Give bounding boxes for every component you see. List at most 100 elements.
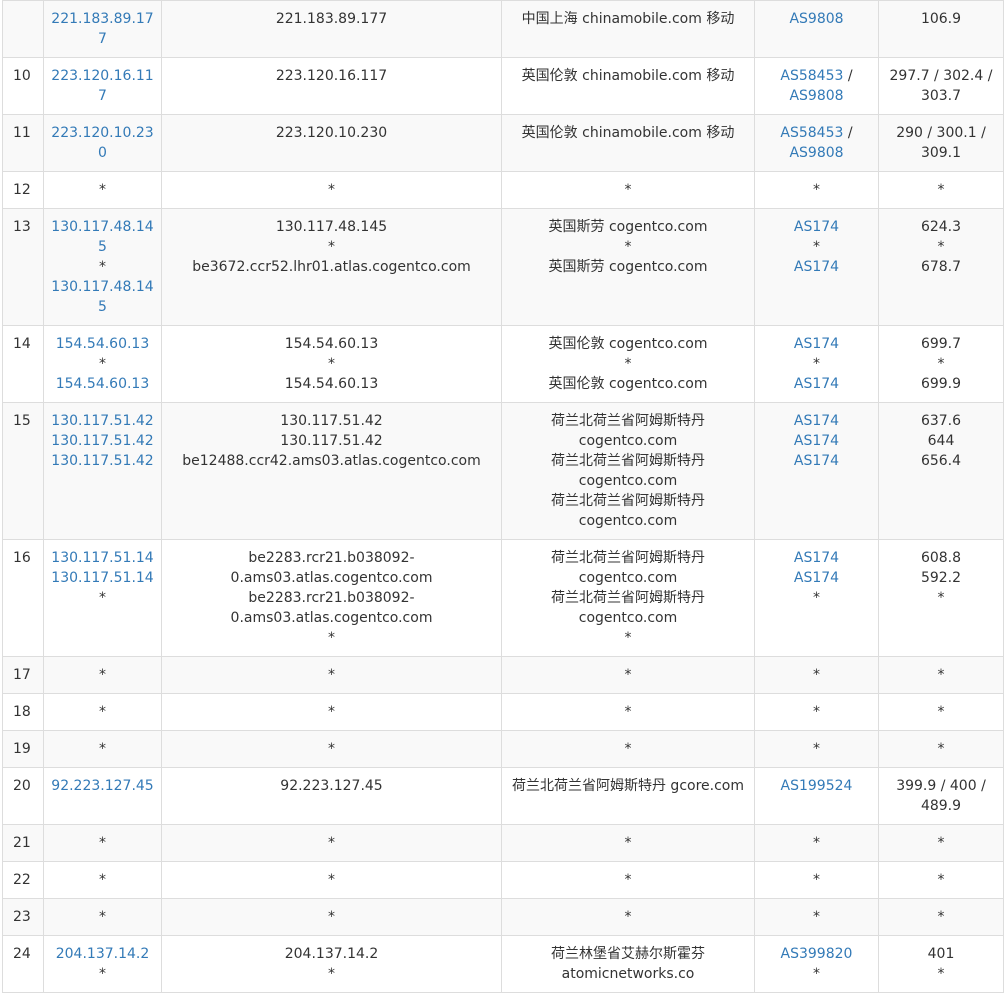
asn-link[interactable]: AS174 [794,259,839,275]
ip-address-link[interactable]: 130.117.51.42 [51,433,153,449]
table-row: 24 204.137.14.2 * 204.137.14.2 * 荷兰林堡省艾赫尔斯霍芬 … [2,935,1004,993]
ip-address-link[interactable]: 223.120.10.230 [51,125,153,161]
timeout-marker: * [328,239,335,255]
ip-address-cell: * [43,171,162,209]
ip-address-cell: 130.117.51.14 130.117.51.14 * [43,539,162,657]
location-line: 英国伦敦 cogentco.com [548,336,708,352]
latency-value: 656.4 [920,453,962,469]
timeout-marker: * [328,630,335,646]
asn-link[interactable]: AS174 [794,570,839,586]
asn-link[interactable]: AS9808 [789,145,843,161]
latency-value: 401 [927,946,955,962]
asn-cell: AS58453 /AS9808 [754,114,879,172]
hostname-cell: 130.117.48.145 * be3672.ccr52.lhr01.atlas.… [161,208,502,326]
ip-address-link-line: 130.117.48.145 [48,217,157,257]
asn-link[interactable]: AS174 [794,219,839,235]
asn-link[interactable]: AS174 [794,336,839,352]
timeout-marker: * [328,966,335,982]
hop-number-cell: 20 [2,767,44,825]
location-cell: 英国伦敦 cogentco.com * 英国伦敦 cogentco.com [501,325,755,403]
hostname-line: 130.117.51.42 [280,413,383,429]
hop-number-cell: 12 [2,171,44,209]
location-line: 英国伦敦 chinamobile.com 移动 [521,68,735,84]
location-cell: 中国上海 chinamobile.com 移动 [501,0,755,58]
ip-address-link[interactable]: 154.54.60.13 [56,376,150,392]
hostname-line: 204.137.14.2 [284,946,379,962]
ip-address-link[interactable]: 92.223.127.45 [51,778,153,794]
latency-cell: * [878,898,1004,936]
ip-address-link[interactable]: 130.117.48.145 [51,279,153,315]
ip-address-link-line: 204.137.14.2 [48,944,157,964]
timeout-marker: * [937,182,945,198]
ip-address-link[interactable]: 223.120.16.117 [51,68,153,104]
asn-link-line: AS9808 [759,143,874,163]
latency-cell: 624.3 * 678.7 [878,208,1004,326]
ip-address-link[interactable]: 204.137.14.2 [56,946,150,962]
latency-cell: 637.6 644 656.4 [878,402,1004,540]
ip-address-link[interactable]: 130.117.51.14 [51,550,153,566]
asn-link[interactable]: AS174 [794,550,839,566]
traceroute-table: 221.183.89.177 221.183.89.177 中国上海 chinamo… [2,0,1004,993]
asn-cell: * [754,730,879,768]
hostname-cell: 154.54.60.13 * 154.54.60.13 [161,325,502,403]
hostname-cell: * [161,171,502,209]
asn-link[interactable]: AS9808 [789,11,843,27]
ip-address-link-line: 130.117.51.42 [48,431,157,451]
asn-link[interactable]: AS58453 [780,68,843,84]
timeout-marker: * [937,704,945,720]
ip-address-link[interactable]: 130.117.48.145 [51,219,153,255]
location-cell: * [501,824,755,862]
hop-number-cell: 16 [2,539,44,657]
ip-address-cell: 221.183.89.177 [43,0,162,58]
asn-link-line: AS174 [759,374,874,394]
table-row: 20 92.223.127.45 92.223.127.45 荷兰北荷兰省阿姆斯特丹 … [2,767,1004,825]
location-line: 英国伦敦 cogentco.com [548,376,708,392]
timeout-marker: * [99,356,106,372]
latency-cell: 699.7 * 699.9 [878,325,1004,403]
asn-link[interactable]: AS199524 [781,778,853,794]
latency-cell: 290 / 300.1 / 309.1 [878,114,1004,172]
table-row: 23 * * * * * [2,898,1004,936]
latency-cell: 608.8 592.2 * [878,539,1004,657]
ip-address-link[interactable]: 130.117.51.14 [51,570,153,586]
asn-link[interactable]: AS174 [794,453,839,469]
latency-cell: * [878,861,1004,899]
timeout-marker: * [937,356,945,372]
hostname-line: 221.183.89.177 [275,11,388,27]
latency-cell: 106.9 [878,0,1004,58]
asn-link[interactable]: AS58453 [780,125,843,141]
latency-value: 290 / 300.1 / 309.1 [896,125,986,161]
hop-number-cell: 10 [2,57,44,115]
latency-value: 678.7 [920,259,962,275]
asn-cell: AS9808 [754,0,879,58]
timeout-marker: * [328,741,335,757]
location-cell: 英国斯劳 cogentco.com * 英国斯劳 cogentco.com [501,208,755,326]
asn-link-line: AS174 [759,451,874,471]
ip-address-cell: 223.120.16.117 [43,57,162,115]
timeout-marker: * [813,872,820,888]
timeout-marker: * [328,182,335,198]
asn-link-line: AS174 [759,334,874,354]
ip-address-link[interactable]: 130.117.51.42 [51,413,153,429]
ip-address-link[interactable]: 221.183.89.177 [51,11,153,47]
asn-link[interactable]: AS9808 [789,88,843,104]
asn-link[interactable]: AS399820 [781,946,853,962]
latency-cell: * [878,824,1004,862]
timeout-marker: * [813,909,820,925]
ip-address-link[interactable]: 154.54.60.13 [56,336,150,352]
hop-number-cell: 13 [2,208,44,326]
ip-address-link-line: 130.117.51.14 [48,548,157,568]
asn-link-line: AS174 [759,217,874,237]
asn-link-line: AS58453 / [759,66,874,86]
ip-address-cell: * [43,824,162,862]
timeout-marker: * [99,966,106,982]
table-row: 18 * * * * * [2,693,1004,731]
asn-link[interactable]: AS174 [794,433,839,449]
asn-link[interactable]: AS174 [794,376,839,392]
location-line: 英国斯劳 cogentco.com [548,219,708,235]
ip-address-link[interactable]: 130.117.51.42 [51,453,153,469]
asn-link[interactable]: AS174 [794,413,839,429]
timeout-marker: * [624,630,632,646]
asn-link-line: AS9808 [759,86,874,106]
ip-address-link-line: 130.117.51.42 [48,451,157,471]
